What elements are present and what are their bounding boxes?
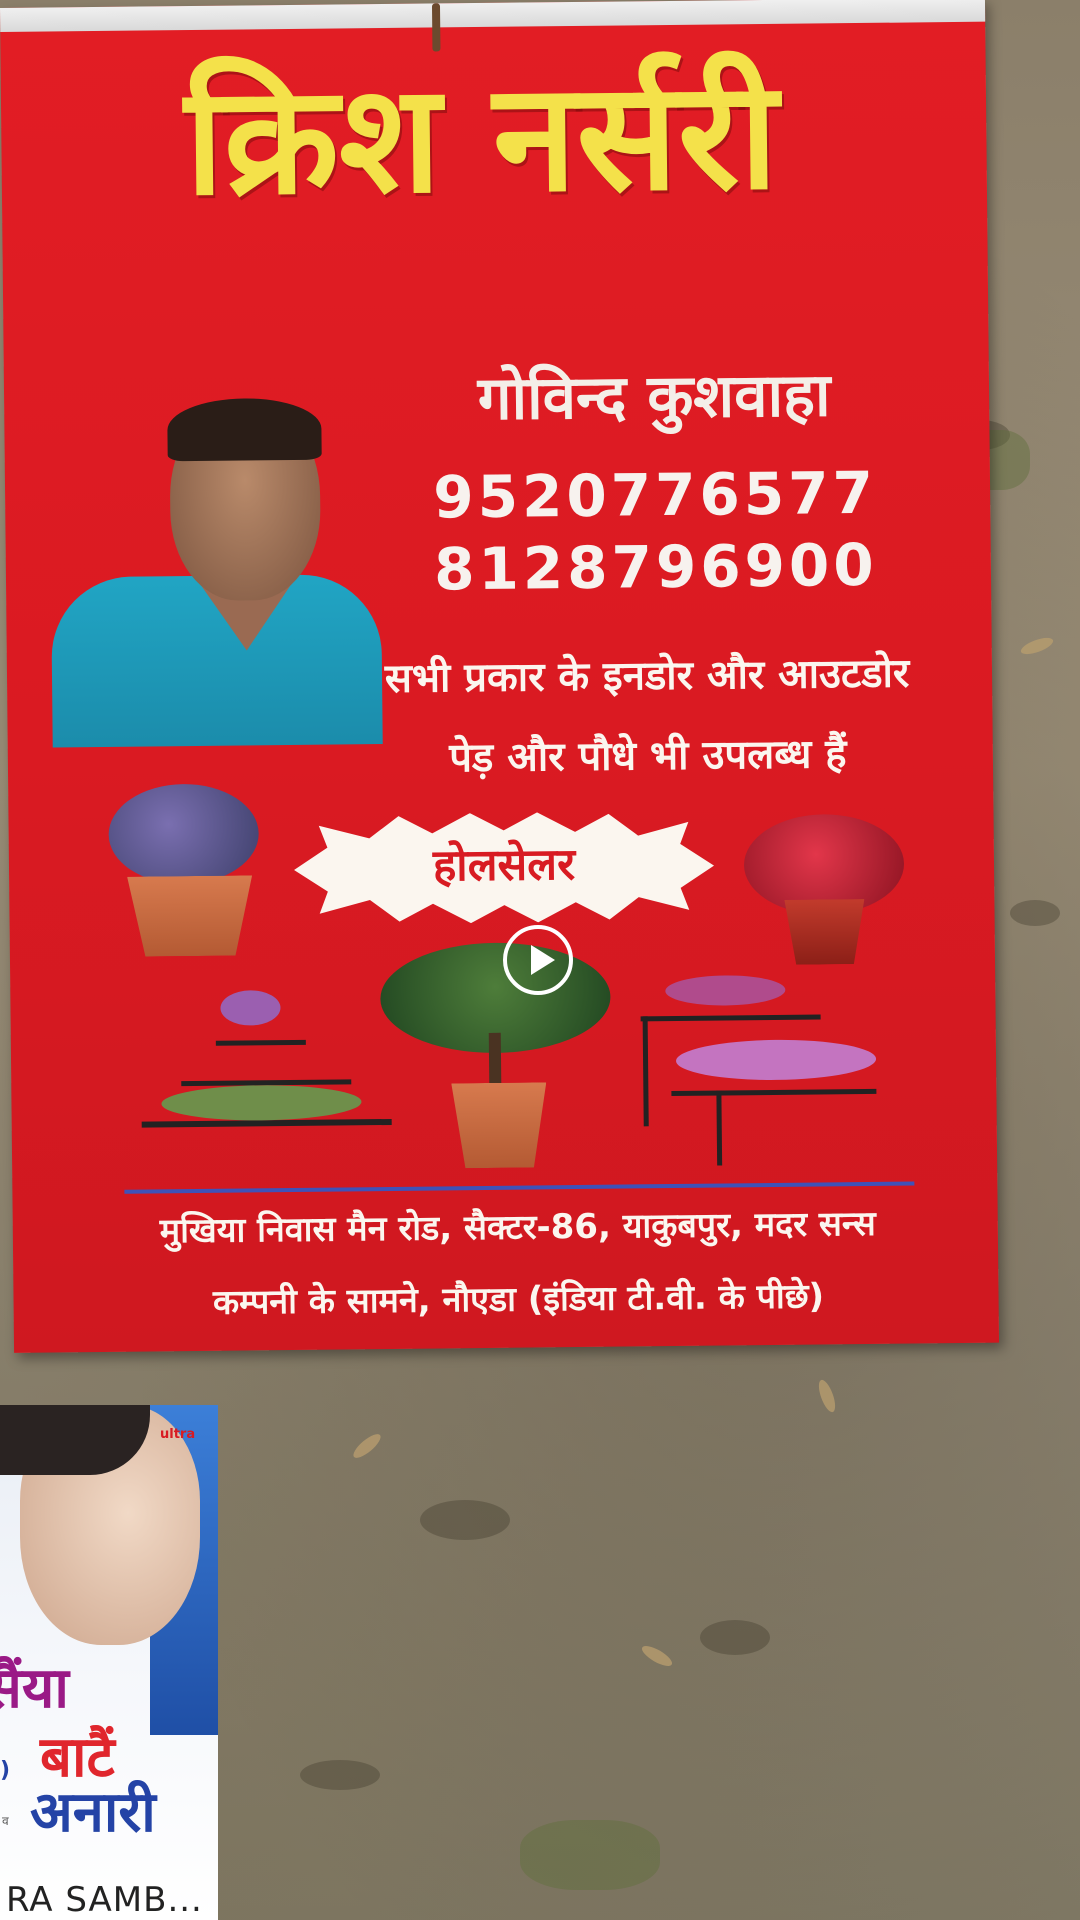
plant-foliage <box>108 783 260 885</box>
stand-shelf <box>640 1014 821 1022</box>
stand-flowers <box>220 990 281 1026</box>
ground-patch <box>700 1620 770 1655</box>
banner-rope <box>431 3 441 52</box>
bonsai-pot <box>451 1082 547 1168</box>
play-circle-icon[interactable] <box>503 925 573 995</box>
phone-number-2: 8128796900 <box>433 530 879 604</box>
owner-name: गोविन्द कुशवाहा <box>477 360 831 435</box>
thumbnail-title-line-3: अनारी <box>30 1780 156 1845</box>
dry-leaf <box>1018 634 1056 658</box>
stand-shelf <box>671 1088 877 1097</box>
play-triangle-icon <box>531 945 555 975</box>
ground-patch <box>1010 900 1060 926</box>
nursery-banner: क्रिश नर्सरी गोविन्द कुशवाहा 9520776577 … <box>0 0 1000 1353</box>
plant-pot <box>127 875 253 956</box>
plant-pot <box>784 899 865 965</box>
thumbnail-small-text: व <box>2 1814 9 1828</box>
thumbnail-caption[interactable]: RA SAMB... <box>6 1880 203 1920</box>
address-divider <box>124 1181 915 1194</box>
stand-leg <box>642 1016 649 1127</box>
ground-patch <box>420 1500 510 1540</box>
tagline-line-2: पेड़ और पौधे भी उपलब्ध हैं <box>448 731 847 782</box>
bonsai-trunk <box>488 1032 502 1088</box>
stand-flowers <box>665 974 786 1007</box>
stand-leg <box>716 1090 723 1166</box>
address-line-1: मुखिया निवास मैन रोड, सैक्टर-86, याकुबपु… <box>159 1203 876 1252</box>
thumbnail-small-mark: ) <box>0 1758 11 1783</box>
ground-patch <box>300 1760 380 1790</box>
nursery-title: क्रिश नर्सरी <box>183 48 779 230</box>
tagline-line-1: सभी प्रकार के इनडोर और आउटडोर <box>384 650 910 703</box>
banner-top-edge <box>0 0 986 32</box>
thumbnail-title-line-1: सैंया <box>0 1656 69 1721</box>
thumbnail-brand-logo: ultra <box>160 1427 196 1442</box>
address-line-2: कम्पनी के सामने, नौएडा (इंडिया टी.वी. के… <box>212 1276 825 1323</box>
stand-flowers <box>675 1038 877 1081</box>
stand-shelf <box>215 1039 306 1046</box>
stand-flowers <box>161 1084 362 1122</box>
owner-portrait <box>49 397 383 748</box>
dry-leaf <box>350 1430 384 1462</box>
dry-leaf <box>639 1642 675 1670</box>
phone-number-1: 9520776577 <box>432 458 878 532</box>
dry-leaf <box>815 1377 839 1415</box>
grass-tuft <box>520 1820 660 1890</box>
wholesaler-badge-text: होलसेलर <box>432 839 576 892</box>
portrait-hair <box>167 397 322 462</box>
